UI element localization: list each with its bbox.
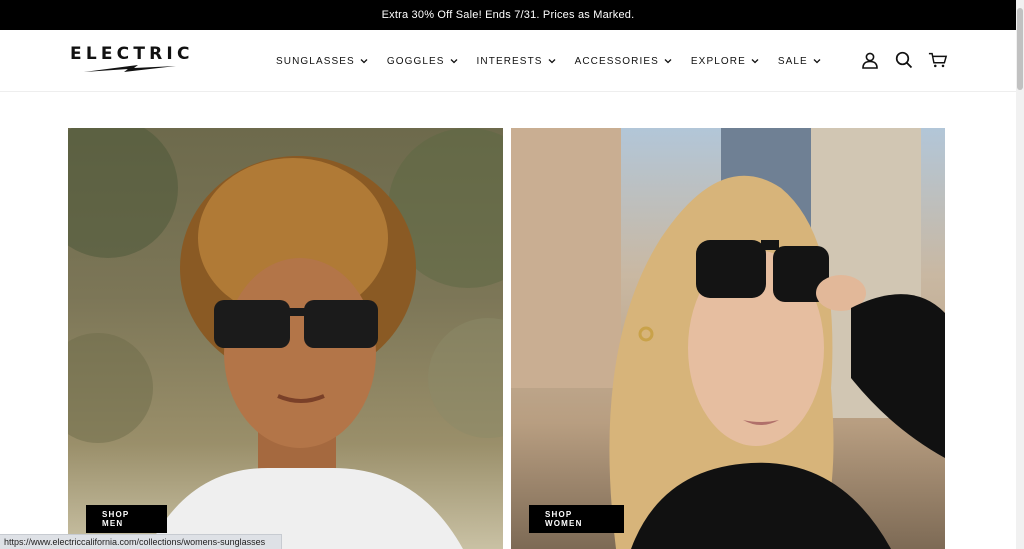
nav-item-goggles[interactable]: GOGGLES: [387, 56, 459, 67]
hero-tile-men[interactable]: SHOP MEN: [68, 128, 503, 549]
nav-label: ACCESSORIES: [574, 55, 659, 67]
site-header: ELECTRIC SUNGLASSES GOGGLES INTERESTS AC…: [0, 30, 1016, 92]
chevron-down-icon: [360, 59, 368, 64]
announcement-bar[interactable]: Extra 30% Off Sale! Ends 7/31. Prices as…: [0, 0, 1016, 30]
nav-item-accessories[interactable]: ACCESSORIES: [575, 56, 673, 67]
nav-label: GOGGLES: [386, 55, 445, 67]
shop-men-button[interactable]: SHOP MEN: [86, 505, 167, 533]
status-url-bubble: https://www.electriccalifornia.com/colle…: [0, 534, 282, 549]
page: Extra 30% Off Sale! Ends 7/31. Prices as…: [0, 0, 1024, 549]
women-product-photo: [511, 128, 945, 549]
search-icon[interactable]: [894, 48, 914, 72]
nav-label: SALE: [777, 55, 808, 67]
brand-logo[interactable]: ELECTRIC: [70, 44, 194, 78]
nav-item-interests[interactable]: INTERESTS: [477, 56, 557, 67]
chevron-down-icon: [813, 59, 821, 64]
account-icon[interactable]: [860, 48, 880, 72]
logo-text: ELECTRIC: [70, 44, 194, 64]
shop-women-button[interactable]: SHOP WOMEN: [529, 505, 624, 533]
lightning-bolt-icon: [84, 65, 176, 72]
chevron-down-icon: [664, 59, 672, 64]
shop-men-label: SHOP MEN: [102, 510, 130, 528]
nav-label: INTERESTS: [476, 55, 543, 67]
chevron-down-icon: [548, 59, 556, 64]
announcement-text: Extra 30% Off Sale! Ends 7/31. Prices as…: [381, 9, 635, 21]
nav-item-sale[interactable]: SALE: [778, 56, 822, 67]
chevron-down-icon: [450, 59, 457, 64]
scrollbar-thumb[interactable]: [1017, 8, 1023, 90]
men-product-photo: [68, 128, 503, 549]
chevron-down-icon: [751, 59, 759, 64]
nav-item-explore[interactable]: EXPLORE: [691, 56, 760, 67]
nav-label: EXPLORE: [690, 55, 746, 67]
shop-women-label: SHOP WOMEN: [545, 510, 583, 528]
nav-item-sunglasses[interactable]: SUNGLASSES: [276, 56, 369, 67]
main-nav: SUNGLASSES GOGGLES INTERESTS ACCESSORIES…: [276, 30, 822, 92]
hero-tile-women[interactable]: SHOP WOMEN: [511, 128, 945, 549]
header-actions: [860, 48, 948, 72]
cart-icon[interactable]: [928, 48, 948, 72]
nav-label: SUNGLASSES: [276, 55, 355, 67]
page-scrollbar[interactable]: [1016, 0, 1024, 549]
